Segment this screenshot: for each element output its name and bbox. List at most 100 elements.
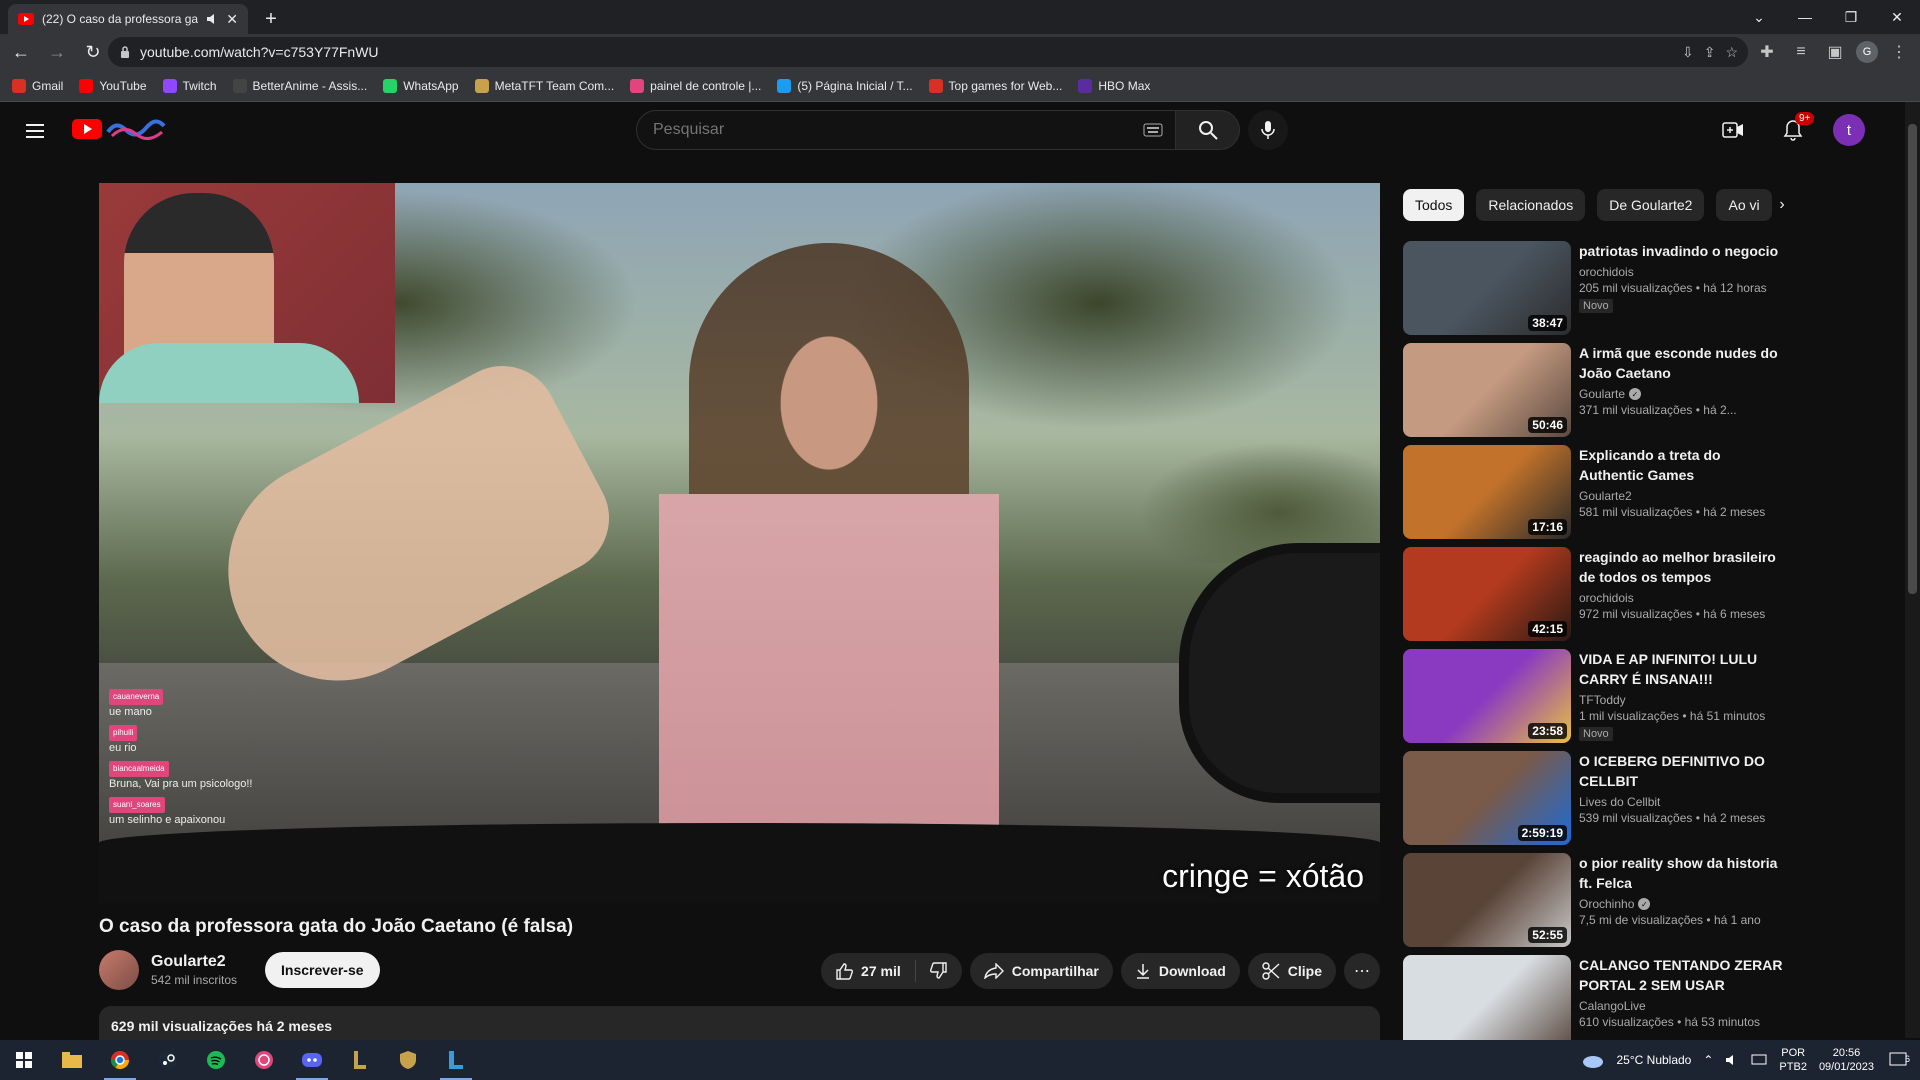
recommendation-thumbnail[interactable]: 52:55	[1403, 853, 1571, 947]
recommendation-channel[interactable]: Goularte	[1579, 387, 1625, 401]
recommendation-title[interactable]: patriotas invadindo o negocio	[1579, 241, 1787, 261]
clock[interactable]: 20:56 09/01/2023	[1819, 1046, 1874, 1074]
bookmark-item[interactable]: YouTube	[79, 78, 147, 93]
weather-text[interactable]: 25°C Nublado	[1617, 1053, 1692, 1067]
recommendation-thumbnail[interactable]: 42:15	[1403, 547, 1571, 641]
page-scrollbar[interactable]	[1905, 102, 1920, 1038]
close-window-button[interactable]: ✕	[1874, 0, 1920, 34]
recommendation-thumbnail[interactable]	[1403, 955, 1571, 1049]
recommendation-item[interactable]: 52:55 o pior reality show da historia ft.…	[1403, 853, 1795, 947]
windows-start-icon[interactable]	[0, 1040, 48, 1080]
speaker-icon[interactable]	[206, 13, 218, 25]
side-panel-icon[interactable]: ▣	[1822, 37, 1848, 67]
more-actions-button[interactable]: ⋯	[1344, 953, 1380, 989]
recommendation-title[interactable]: O ICEBERG DEFINITIVO DO CELLBIT	[1579, 751, 1787, 791]
minimize-button[interactable]: —	[1782, 0, 1828, 34]
discord-icon[interactable]	[288, 1040, 336, 1080]
voice-search-button[interactable]	[1248, 110, 1288, 150]
media-control-icon[interactable]: ≡	[1788, 37, 1814, 67]
browser-menu-icon[interactable]: ⋮	[1886, 37, 1912, 67]
close-tab-icon[interactable]: ✕	[226, 11, 238, 28]
search-button[interactable]	[1176, 110, 1240, 150]
bookmark-item[interactable]: painel de controle |...	[630, 78, 761, 93]
recommendation-item[interactable]: 17:16 Explicando a treta do Authentic Gam…	[1403, 445, 1795, 539]
recommendation-channel[interactable]: Goularte2	[1579, 489, 1632, 503]
recommendation-channel[interactable]: Lives do Cellbit	[1579, 795, 1660, 809]
recommendation-channel[interactable]: orochidois	[1579, 591, 1634, 605]
weather-cloud-icon[interactable]	[1581, 1052, 1605, 1068]
filter-chip[interactable]: Todos	[1403, 189, 1465, 221]
recommendation-channel[interactable]: CalangoLive	[1579, 999, 1646, 1013]
video-player[interactable]: cauaneverna ue mano pihuili eu rio biancaalm…	[99, 183, 1380, 903]
profile-avatar[interactable]: G	[1856, 41, 1878, 63]
reload-button[interactable]: ↻	[78, 37, 108, 67]
scrollbar-thumb[interactable]	[1908, 124, 1917, 594]
recommendation-title[interactable]: reagindo ao melhor brasileiro de todos o…	[1579, 547, 1787, 587]
subscribe-button[interactable]: Inscrever-se	[265, 952, 380, 988]
recommendation-item[interactable]: CALANGO TENTANDO ZERAR PORTAL 2 SEM USAR…	[1403, 955, 1795, 1049]
recommendation-item[interactable]: 23:58 VIDA E AP INFINITO! LULU CARRY É IN…	[1403, 649, 1795, 743]
chrome-icon[interactable]	[96, 1040, 144, 1080]
recommendation-title[interactable]: Explicando a treta do Authentic Games	[1579, 445, 1787, 485]
league-client-icon[interactable]	[336, 1040, 384, 1080]
bookmark-item[interactable]: MetaTFT Team Com...	[474, 78, 614, 93]
bookmark-item[interactable]: WhatsApp	[383, 78, 459, 93]
account-avatar[interactable]: t	[1833, 114, 1865, 146]
recommendation-thumbnail[interactable]: 38:47	[1403, 241, 1571, 335]
dislike-button[interactable]	[916, 962, 962, 980]
bookmark-item[interactable]: Top games for Web...	[928, 78, 1062, 93]
recommendation-title[interactable]: o pior reality show da historia ft. Felc…	[1579, 853, 1787, 893]
channel-name[interactable]: Goularte2	[151, 953, 237, 971]
recommendation-title[interactable]: CALANGO TENTANDO ZERAR PORTAL 2 SEM USAR…	[1579, 955, 1787, 995]
like-button[interactable]: 27 mil	[821, 960, 916, 982]
channel-avatar[interactable]	[99, 950, 139, 990]
recommendation-thumbnail[interactable]: 2:59:19	[1403, 751, 1571, 845]
bookmark-item[interactable]: BetterAnime - Assis...	[232, 78, 367, 93]
bookmark-item[interactable]: Twitch	[162, 78, 217, 93]
tab-search-icon[interactable]: ⌄	[1736, 0, 1782, 34]
volume-icon[interactable]	[1725, 1054, 1739, 1066]
filter-chip[interactable]: Relacionados	[1476, 189, 1586, 221]
osu-icon[interactable]	[240, 1040, 288, 1080]
notifications-button[interactable]: 9+	[1773, 110, 1815, 150]
extensions-puzzle-icon[interactable]: ✚	[1754, 37, 1780, 67]
maximize-button[interactable]: ❐	[1828, 0, 1874, 34]
recommendation-item[interactable]: 50:46 A irmã que esconde nudes do João Ca…	[1403, 343, 1795, 437]
recommendation-item[interactable]: 38:47 patriotas invadindo o negocio orochi…	[1403, 241, 1795, 335]
clip-button[interactable]: Clipe	[1247, 953, 1336, 989]
file-explorer-icon[interactable]	[48, 1040, 96, 1080]
share-page-icon[interactable]: ⇪	[1704, 44, 1716, 61]
recommendation-channel[interactable]: TFToddy	[1579, 693, 1626, 707]
recommendation-thumbnail[interactable]: 50:46	[1403, 343, 1571, 437]
recommendation-title[interactable]: A irmã que esconde nudes do João Caetano	[1579, 343, 1787, 383]
league-game-icon[interactable]	[432, 1040, 480, 1080]
recommendation-channel[interactable]: Orochinho	[1579, 897, 1634, 911]
recommendation-item[interactable]: 2:59:19 O ICEBERG DEFINITIVO DO CELLBIT Li…	[1403, 751, 1795, 845]
recommendation-thumbnail[interactable]: 23:58	[1403, 649, 1571, 743]
keyboard-icon[interactable]	[1143, 121, 1163, 139]
share-button[interactable]: Compartilhar	[969, 953, 1113, 989]
recommendation-thumbnail[interactable]: 17:16	[1403, 445, 1571, 539]
back-button[interactable]: ←	[6, 37, 36, 67]
recommendation-item[interactable]: 42:15 reagindo ao melhor brasileiro de to…	[1403, 547, 1795, 641]
new-tab-button[interactable]: +	[258, 6, 284, 32]
hamburger-menu-icon[interactable]	[20, 116, 50, 146]
riot-vanguard-icon[interactable]	[384, 1040, 432, 1080]
bookmark-item[interactable]: (5) Página Inicial / T...	[777, 78, 913, 93]
address-bar[interactable]: youtube.com/watch?v=c753Y77FnWU ⇩ ⇪ ☆	[108, 37, 1748, 67]
bookmark-item[interactable]: Gmail	[12, 78, 63, 93]
install-app-icon[interactable]: ⇩	[1682, 44, 1694, 61]
create-video-button[interactable]	[1713, 110, 1753, 150]
steam-icon[interactable]	[144, 1040, 192, 1080]
spotify-icon[interactable]	[192, 1040, 240, 1080]
bookmark-star-icon[interactable]: ☆	[1725, 44, 1738, 61]
notification-center-icon[interactable]: 6	[1886, 1052, 1910, 1068]
recommendation-title[interactable]: VIDA E AP INFINITO! LULU CARRY É INSANA!…	[1579, 649, 1787, 689]
search-input[interactable]	[653, 121, 1123, 139]
chips-next-arrow-icon[interactable]: ›	[1770, 193, 1794, 217]
filter-chip[interactable]: De Goularte2	[1597, 189, 1705, 221]
recommendation-channel[interactable]: orochidois	[1579, 265, 1634, 279]
forward-button[interactable]: →	[42, 37, 72, 67]
language-indicator[interactable]: POR PTB2	[1779, 1046, 1807, 1074]
browser-tab[interactable]: (22) O caso da professora gata do João C…	[8, 4, 248, 34]
